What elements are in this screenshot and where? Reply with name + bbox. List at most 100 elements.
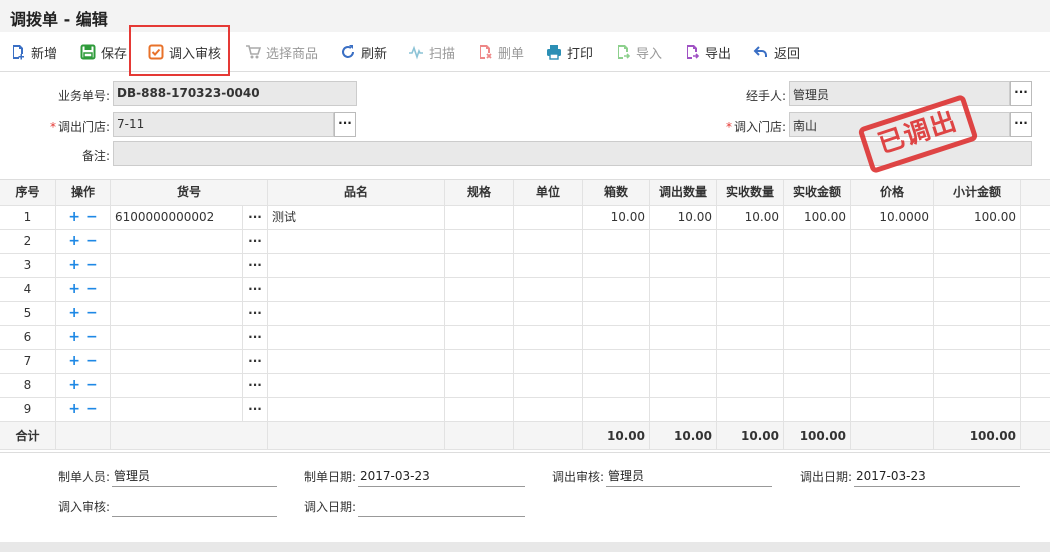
row-recv-amt [784,350,851,373]
row-code[interactable]: 6100000000002 [111,206,243,229]
row-out-qty [650,398,717,421]
row-unit [514,278,583,301]
in-date-field[interactable] [358,497,525,517]
row-code[interactable] [111,326,243,349]
table-header-row: 序号 操作 货号 品名 规格 单位 箱数 调出数量 实收数量 实收金额 价格 小… [0,179,1050,206]
add-row-icon[interactable]: + [68,209,80,225]
remove-row-icon[interactable]: − [86,281,98,297]
export-button[interactable]: 导出 [684,42,731,62]
in-auditor-field[interactable] [112,497,277,517]
remove-row-icon[interactable]: − [86,305,98,321]
new-label: 新增 [31,46,58,62]
row-code-picker[interactable]: ··· [243,278,268,301]
row-recv-qty[interactable] [717,326,784,349]
import-label: 导入 [636,46,663,62]
order-no-field[interactable]: DB-888-170323-0040 [113,81,357,106]
header-action: 操作 [56,180,111,205]
row-code[interactable] [111,398,243,421]
row-boxes [583,398,650,421]
add-row-icon[interactable]: + [68,353,80,369]
row-recv-qty[interactable] [717,302,784,325]
save-button[interactable]: 保存 [80,42,127,62]
out-date-field[interactable]: 2017-03-23 [854,467,1020,487]
row-recv-amt [784,302,851,325]
to-store-picker-button[interactable]: ··· [1010,112,1032,137]
row-code-picker[interactable]: ··· [243,326,268,349]
row-subtotal [934,302,1021,325]
row-code-picker[interactable]: ··· [243,206,268,229]
remove-row-icon[interactable]: − [86,401,98,417]
add-row-icon[interactable]: + [68,329,80,345]
totals-empty-unit [514,422,583,449]
refresh-button[interactable]: 刷新 [340,42,387,62]
creator-field[interactable]: 管理员 [112,467,277,487]
header-code: 货号 [111,180,268,205]
add-row-icon[interactable]: + [68,305,80,321]
add-row-icon[interactable]: + [68,233,80,249]
row-recv-qty[interactable] [717,230,784,253]
handler-picker-button[interactable]: ··· [1010,81,1032,106]
select-product-button[interactable]: 选择商品 [245,42,318,62]
remove-row-icon[interactable]: − [86,353,98,369]
handler-field[interactable]: 管理员 [789,81,1010,106]
new-button[interactable]: 新增 [10,42,57,62]
row-code-picker[interactable]: ··· [243,350,268,373]
header-recv-amt: 实收金额 [784,180,851,205]
row-code[interactable] [111,230,243,253]
creator-label: 制单人员: [57,470,110,484]
row-name [268,230,445,253]
add-row-icon[interactable]: + [68,401,80,417]
remove-row-icon[interactable]: − [86,329,98,345]
row-code[interactable] [111,254,243,277]
row-spec [445,254,514,277]
row-unit [514,326,583,349]
add-row-icon[interactable]: + [68,377,80,393]
print-button[interactable]: 打印 [546,42,593,62]
row-code-picker[interactable]: ··· [243,398,268,421]
row-code[interactable] [111,350,243,373]
row-boxes [583,350,650,373]
row-code[interactable] [111,374,243,397]
delete-order-button[interactable]: 删单 [477,42,524,62]
row-code-picker[interactable]: ··· [243,302,268,325]
row-code[interactable] [111,278,243,301]
row-unit [514,302,583,325]
row-code-picker[interactable]: ··· [243,254,268,277]
row-recv-qty[interactable] [717,278,784,301]
row-boxes [583,374,650,397]
remove-row-icon[interactable]: − [86,377,98,393]
created-date-field[interactable]: 2017-03-23 [358,467,525,487]
select-product-label: 选择商品 [266,46,319,62]
row-spec [445,278,514,301]
table-row: 7 + − ··· [0,350,1050,374]
from-store-picker-button[interactable]: ··· [334,112,356,137]
row-out-qty [650,230,717,253]
scan-label: 扫描 [429,46,456,62]
from-store-field[interactable]: 7-11 [113,112,334,137]
row-name: 测试 [268,206,445,229]
row-spec [445,302,514,325]
row-code[interactable] [111,302,243,325]
row-code-picker[interactable]: ··· [243,230,268,253]
remove-row-icon[interactable]: − [86,257,98,273]
row-no: 6 [0,326,56,349]
row-recv-qty[interactable] [717,350,784,373]
row-recv-qty[interactable] [717,254,784,277]
remove-row-icon[interactable]: − [86,233,98,249]
row-name [268,398,445,421]
scan-button[interactable]: 扫描 [408,42,455,62]
row-recv-qty[interactable]: 10.00 [717,206,784,229]
add-row-icon[interactable]: + [68,257,80,273]
table-row: 9 + − ··· [0,398,1050,422]
row-recv-qty[interactable] [717,398,784,421]
out-auditor-field[interactable]: 管理员 [606,467,772,487]
back-button[interactable]: 返回 [753,42,800,62]
totals-recv-amt: 100.00 [784,422,851,449]
header-name: 品名 [268,180,445,205]
remove-row-icon[interactable]: − [86,209,98,225]
add-row-icon[interactable]: + [68,281,80,297]
totals-empty-spec [445,422,514,449]
row-recv-qty[interactable] [717,374,784,397]
import-button[interactable]: 导入 [615,42,662,62]
row-code-picker[interactable]: ··· [243,374,268,397]
